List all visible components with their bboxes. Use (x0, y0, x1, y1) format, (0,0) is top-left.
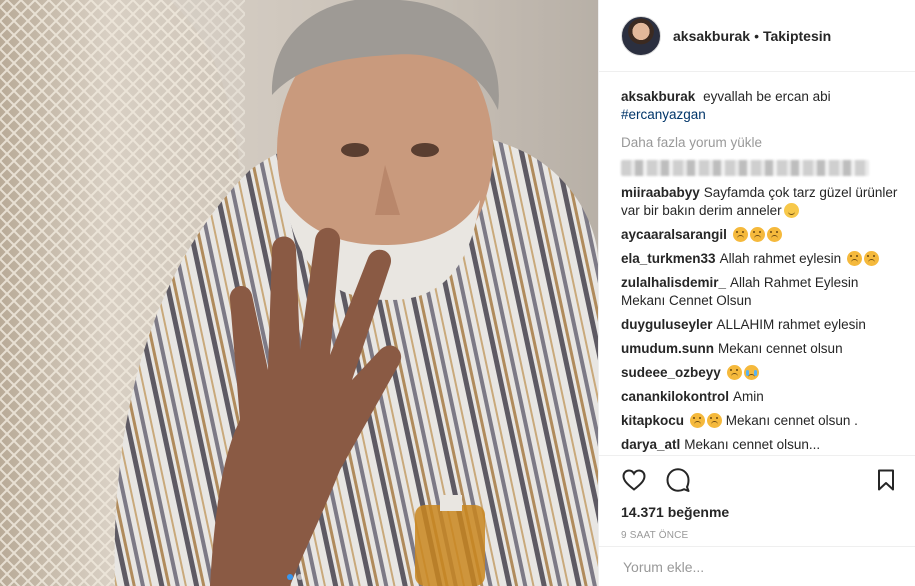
sad-emoji-icon (766, 227, 782, 242)
comment-item: canankilokontrol Amin (621, 388, 899, 406)
sad-emoji-icon (732, 227, 748, 242)
crying-emoji-icon (743, 365, 759, 380)
save-button[interactable] (873, 467, 899, 493)
caption-username[interactable]: aksakburak (621, 89, 695, 104)
comment-icon (666, 468, 690, 492)
post-sidebar: aksakburak • Takiptesin aksakburak eyval… (598, 0, 915, 586)
sad-emoji-icon (726, 365, 742, 380)
load-more-comments-link[interactable]: Daha fazla yorum yükle (621, 134, 899, 152)
sad-emoji-icon (749, 227, 765, 242)
comment-item: sudeee_ozbeyy (621, 364, 899, 382)
comment-username[interactable]: zulalhalisdemir_ (621, 275, 726, 290)
post-header: aksakburak • Takiptesin (599, 0, 915, 72)
sad-emoji-icon (846, 251, 862, 266)
comment-username[interactable]: kitapkocu (621, 413, 684, 428)
avatar[interactable] (621, 15, 661, 56)
comment-text: ALLAHIM rahmet eylesin (716, 317, 866, 332)
comment-username[interactable]: ela_turkmen33 (621, 251, 716, 266)
caption-text: eyvallah be ercan abi (703, 89, 831, 104)
comment-username[interactable]: darya_atl (621, 437, 680, 452)
sad-emoji-icon (863, 251, 879, 266)
heart-icon (622, 469, 646, 491)
action-icons-row (621, 464, 899, 496)
comment-input[interactable] (621, 557, 899, 576)
comment-username[interactable]: umudum.sunn (621, 341, 714, 356)
comment-item: aycaaralsarangil (621, 226, 899, 244)
comment-text: Mekanı cennet olsun (718, 341, 843, 356)
comment-text: Amin (733, 389, 764, 404)
post-timestamp[interactable]: 9 SAAT ÖNCE (621, 530, 899, 541)
comment-item: duyguluseyler ALLAHIM rahmet eylesin (621, 316, 899, 334)
comment-text: Mekanı cennet olsun . (725, 413, 858, 428)
author-username[interactable]: aksakburak (673, 28, 750, 44)
add-comment-bar (599, 546, 915, 586)
sad-emoji-icon (707, 413, 723, 428)
comment-item: darya_atl Mekanı cennet olsun... (621, 436, 899, 454)
comments-list: aksakburak eyvallah be ercan abi #ercany… (599, 72, 915, 460)
post-photo[interactable] (0, 0, 598, 586)
follow-state[interactable]: Takiptesin (763, 28, 831, 44)
carousel-dot[interactable] (297, 574, 303, 580)
comment-username[interactable]: aycaaralsarangil (621, 227, 727, 242)
comment-username[interactable]: sudeee_ozbeyy (621, 365, 721, 380)
comment-item: zulalhalisdemir_ Allah Rahmet Eylesin Mek… (621, 274, 899, 310)
caption: aksakburak eyvallah be ercan abi #ercany… (621, 88, 899, 124)
comment-item: ela_turkmen33 Allah rahmet eylesin (621, 250, 899, 268)
header-text: aksakburak • Takiptesin (673, 28, 831, 44)
like-count[interactable]: 14.371 beğenme (621, 504, 899, 520)
instagram-post: aksakburak • Takiptesin aksakburak eyval… (0, 0, 915, 586)
post-actions: 14.371 beğenme 9 SAAT ÖNCE (599, 455, 915, 541)
bookmark-icon (878, 469, 894, 491)
comment-item: umudum.sunn Mekanı cennet olsun (621, 340, 899, 358)
blurred-comment (621, 160, 869, 176)
photo-illustration (0, 0, 598, 586)
like-button[interactable] (621, 467, 647, 493)
caption-hashtag[interactable]: #ercanyazgan (621, 106, 899, 124)
comment-button[interactable] (665, 467, 691, 493)
comment-item: miiraababyy Sayfamda çok tarz güzel ürünl… (621, 184, 899, 220)
header-separator: • (754, 27, 759, 44)
carousel-dot-active[interactable] (287, 574, 293, 580)
comment-item: kitapkocu Mekanı cennet olsun . (621, 412, 899, 430)
comment-username[interactable]: miiraababyy (621, 185, 700, 200)
comment-username[interactable]: canankilokontrol (621, 389, 729, 404)
smile-emoji-icon (783, 203, 799, 218)
comment-username[interactable]: duyguluseyler (621, 317, 713, 332)
comment-text: Allah rahmet eylesin (719, 251, 842, 266)
sad-emoji-icon (690, 413, 706, 428)
comment-text: Mekanı cennet olsun... (684, 437, 821, 452)
carousel-indicator (287, 574, 303, 580)
